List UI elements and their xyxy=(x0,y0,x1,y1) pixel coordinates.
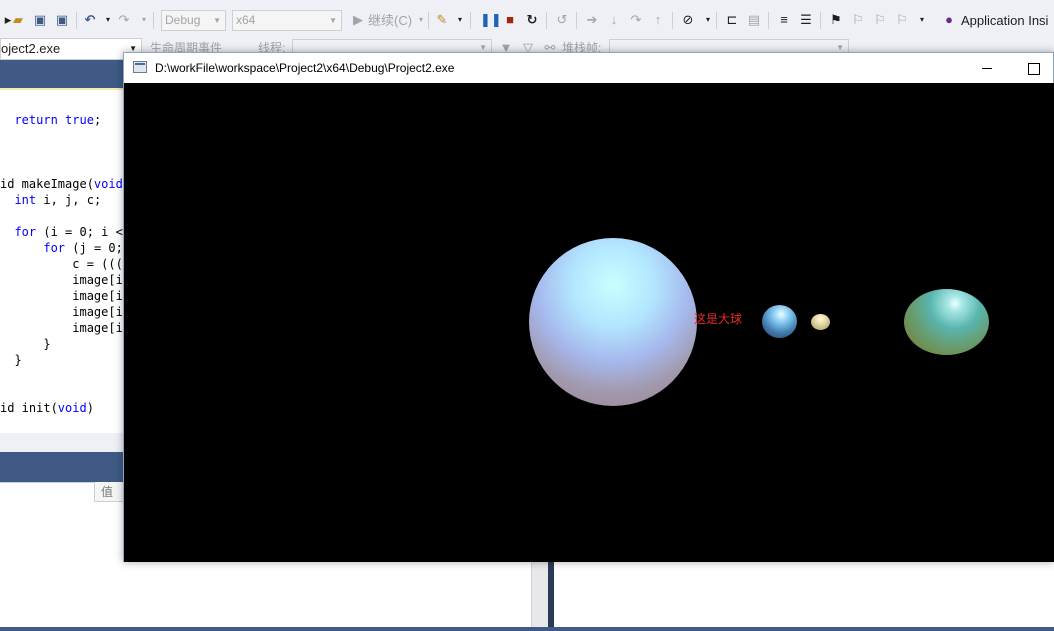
toolbar-separator xyxy=(470,12,471,29)
lightbulb-icon[interactable]: ● xyxy=(941,12,957,28)
code-line: id init(void) xyxy=(0,401,94,415)
maximize-button[interactable] xyxy=(1010,53,1054,83)
status-bar xyxy=(0,627,1054,631)
render-canvas[interactable]: 这是大球 xyxy=(124,83,1054,562)
blue-sphere xyxy=(762,305,797,338)
show-next-statement-icon[interactable]: ↺ xyxy=(554,12,570,28)
code-line: } xyxy=(0,337,51,351)
solution-config-value: Debug xyxy=(165,13,201,27)
code-editor[interactable]: return true; id makeImage(void) int i, j… xyxy=(0,88,124,433)
redo-dropdown-icon[interactable]: ▾ xyxy=(136,12,152,28)
save-icon[interactable]: ▣ xyxy=(32,12,48,28)
step-into-icon[interactable]: ➔ xyxy=(584,12,600,28)
toolbar-separator xyxy=(672,12,673,29)
toolbar-separator xyxy=(576,12,577,29)
main-toolbar: ▸ ▰ ▣ ▣ ↶ ▾ ↷ ▾ Debug ▼ x64 ▼ ▶ 继续(C) ▾ … xyxy=(0,0,1054,40)
code-line: image[i] xyxy=(0,305,124,319)
yellow-sphere xyxy=(811,314,830,330)
autos-window[interactable] xyxy=(0,482,124,631)
toolbar-separator xyxy=(820,12,821,29)
editor-tab-bar xyxy=(0,60,124,88)
undo-dropdown-icon[interactable]: ▾ xyxy=(100,12,116,28)
code-line: image[i] xyxy=(0,273,124,287)
find-icon[interactable]: ✎ xyxy=(434,12,450,28)
toolbar-separator xyxy=(76,12,77,29)
process-value: oject2.exe xyxy=(1,41,61,56)
play-icon[interactable]: ▶ xyxy=(350,12,366,28)
continue-button[interactable]: 继续(C) xyxy=(368,12,412,29)
undo-icon[interactable]: ↶ xyxy=(82,12,98,28)
platform-value: x64 xyxy=(236,13,256,27)
code-line: image[i] xyxy=(0,289,124,303)
code-line: return true; xyxy=(14,113,102,127)
save-all-icon[interactable]: ▣ xyxy=(54,12,70,28)
toolbar-separator xyxy=(153,12,154,29)
window-title: D:\workFile\workspace\Project2\x64\Debug… xyxy=(155,61,455,75)
redo-icon[interactable]: ↷ xyxy=(116,12,132,28)
code-line: } xyxy=(0,353,22,367)
code-line: for (j = 0; xyxy=(43,241,123,255)
output-pane xyxy=(124,560,1054,631)
window-titlebar[interactable]: D:\workFile\workspace\Project2\x64\Debug… xyxy=(124,53,1053,83)
platform-combo[interactable]: x64 ▼ xyxy=(232,10,342,31)
app-window: D:\workFile\workspace\Project2\x64\Debug… xyxy=(123,52,1054,562)
thread-icon[interactable]: ⊏ xyxy=(724,12,740,28)
step-over-loop-icon[interactable]: ↷ xyxy=(628,12,644,28)
code-line: image[i] xyxy=(0,321,124,335)
open-folder-icon[interactable]: ▰ xyxy=(10,12,26,28)
clear-bookmarks-icon[interactable]: ⚐ xyxy=(894,12,910,28)
code-line: id makeImage(void) xyxy=(0,177,124,191)
scene-label: 这是大球 xyxy=(694,312,743,326)
code-line: c = (((( xyxy=(0,257,124,271)
toolbar-separator xyxy=(716,12,717,29)
code-line: for (i = 0; i < xyxy=(14,225,123,239)
prev-bookmark-icon[interactable]: ⚐ xyxy=(850,12,866,28)
solution-config-combo[interactable]: Debug ▼ xyxy=(161,10,226,31)
find-dropdown-icon[interactable]: ▾ xyxy=(452,12,468,28)
toolbar-separator xyxy=(428,12,429,29)
breakpoints-dropdown-icon[interactable]: ▾ xyxy=(700,12,716,28)
autos-window-header xyxy=(0,452,124,482)
process-combo[interactable]: oject2.exe ▼ xyxy=(0,38,142,60)
continue-dropdown-icon[interactable]: ▾ xyxy=(413,12,429,28)
code-line: int i, j, c; xyxy=(14,193,102,207)
indent-icon[interactable]: ≡ xyxy=(776,12,792,28)
chevron-down-icon: ▼ xyxy=(329,16,337,25)
application-insights-button[interactable]: Application Insi xyxy=(961,12,1048,29)
stop-icon[interactable]: ■ xyxy=(502,12,518,28)
value-column-header[interactable]: 值 xyxy=(94,482,124,502)
green-sphere xyxy=(904,289,989,355)
next-bookmark-icon[interactable]: ⚐ xyxy=(872,12,888,28)
comment-icon[interactable]: ☰ xyxy=(798,12,814,28)
memory-icon[interactable]: ▤ xyxy=(746,12,762,28)
toolbar-separator xyxy=(768,12,769,29)
bookmarks-dropdown-icon[interactable]: ▾ xyxy=(914,12,930,28)
step-over-icon[interactable]: ↓ xyxy=(606,12,622,28)
toolbar-separator xyxy=(546,12,547,29)
bookmark-icon[interactable]: ⚑ xyxy=(828,12,844,28)
breakpoints-icon[interactable]: ⊘ xyxy=(680,12,696,28)
vertical-scrollbar[interactable] xyxy=(531,560,548,631)
app-window-icon xyxy=(133,61,147,73)
chevron-down-icon: ▼ xyxy=(213,16,221,25)
pause-icon[interactable]: ❚❚ xyxy=(480,12,502,28)
step-out-icon[interactable]: ↑ xyxy=(650,12,666,28)
minimize-button[interactable] xyxy=(964,53,1010,83)
pane-splitter[interactable] xyxy=(548,560,554,631)
restart-icon[interactable]: ↻ xyxy=(524,12,540,28)
big-sphere xyxy=(529,238,697,406)
